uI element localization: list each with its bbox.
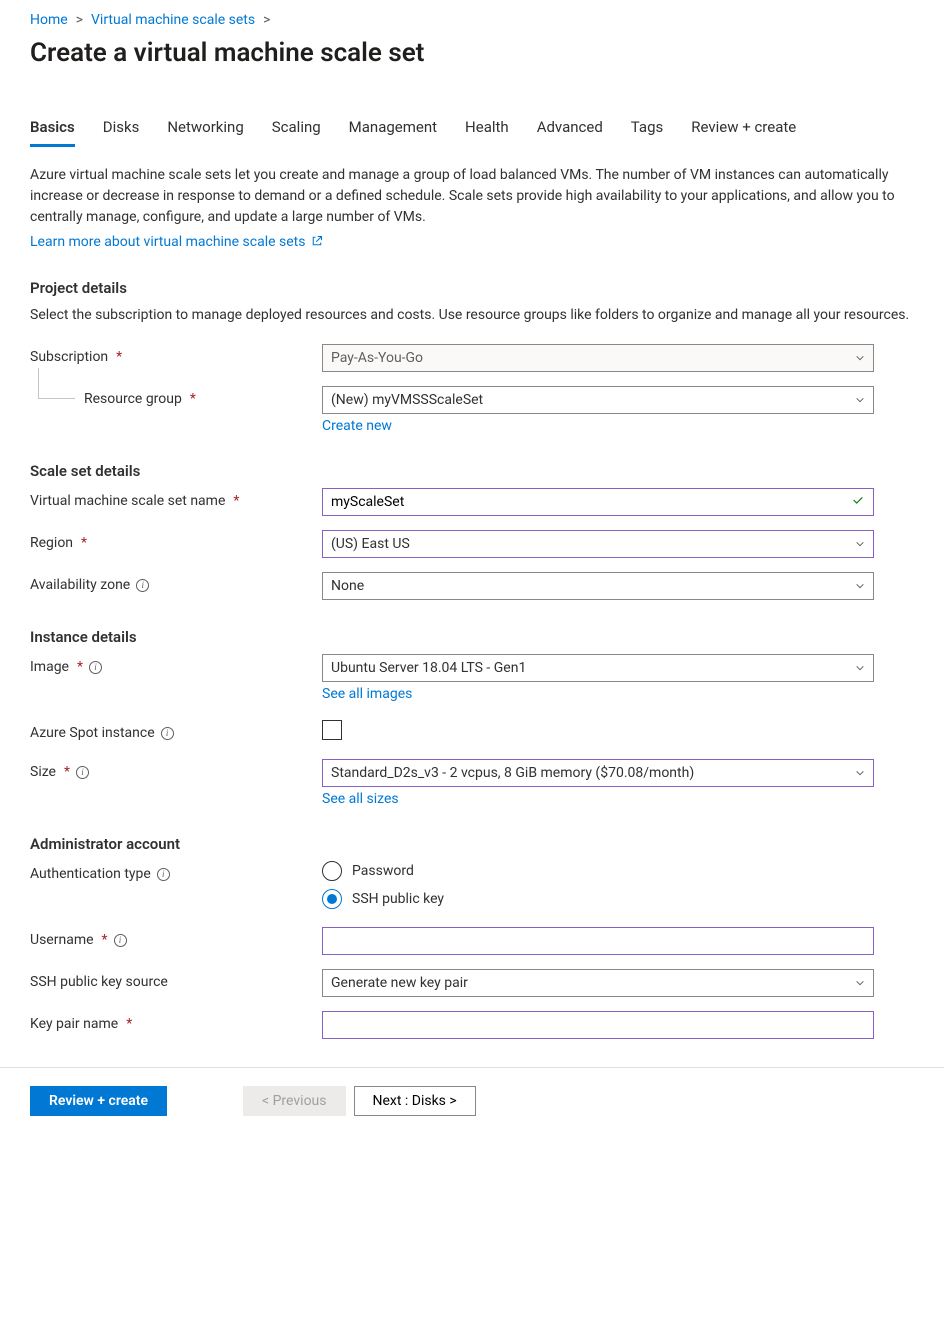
intro-text: Azure virtual machine scale sets let you…: [30, 165, 914, 228]
required-marker: *: [77, 659, 83, 675]
info-icon[interactable]: i: [89, 661, 102, 674]
project-details-heading: Project details: [30, 279, 914, 297]
scaleset-details-heading: Scale set details: [30, 462, 914, 480]
chevron-down-icon: [855, 663, 865, 673]
project-details-desc: Select the subscription to manage deploy…: [30, 305, 914, 326]
spot-instance-checkbox[interactable]: [322, 720, 342, 740]
radio-icon: [322, 861, 342, 881]
key-pair-name-input[interactable]: [331, 1017, 865, 1033]
see-all-images-link[interactable]: See all images: [322, 686, 412, 702]
spot-instance-label: Azure Spot instance: [30, 725, 155, 741]
checkmark-icon: [851, 493, 865, 511]
info-icon[interactable]: i: [157, 868, 170, 881]
required-marker: *: [126, 1016, 132, 1032]
page-title: Create a virtual machine scale set: [30, 38, 914, 68]
ssh-key-source-label: SSH public key source: [30, 974, 168, 990]
vmss-name-label: Virtual machine scale set name: [30, 493, 225, 509]
resource-group-select[interactable]: (New) myVMSSScaleSet: [322, 386, 874, 414]
chevron-right-icon: >: [76, 12, 83, 28]
auth-type-label: Authentication type: [30, 866, 151, 882]
tab-scaling[interactable]: Scaling: [272, 118, 321, 147]
review-create-button[interactable]: Review + create: [30, 1086, 167, 1116]
key-pair-name-label: Key pair name: [30, 1016, 118, 1032]
subscription-value: Pay-As-You-Go: [331, 350, 423, 366]
size-label: Size: [30, 764, 56, 780]
tab-advanced[interactable]: Advanced: [537, 118, 603, 147]
resource-group-value: (New) myVMSSScaleSet: [331, 392, 483, 408]
tab-basics[interactable]: Basics: [30, 118, 75, 147]
tab-disks[interactable]: Disks: [103, 118, 140, 147]
chevron-down-icon: [855, 353, 865, 363]
auth-type-radio-group: Password SSH public key: [322, 861, 874, 909]
info-icon[interactable]: i: [161, 727, 174, 740]
username-input-wrapper: [322, 927, 874, 955]
create-new-rg-link[interactable]: Create new: [322, 418, 392, 434]
required-marker: *: [190, 391, 196, 407]
info-icon[interactable]: i: [114, 934, 127, 947]
region-label: Region: [30, 535, 73, 551]
size-select[interactable]: Standard_D2s_v3 - 2 vcpus, 8 GiB memory …: [322, 759, 874, 787]
key-pair-name-input-wrapper: [322, 1011, 874, 1039]
see-all-sizes-link[interactable]: See all sizes: [322, 791, 399, 807]
tab-networking[interactable]: Networking: [167, 118, 243, 147]
image-label: Image: [30, 659, 69, 675]
username-input[interactable]: [331, 933, 865, 949]
availability-zone-value: None: [331, 578, 364, 594]
subscription-select[interactable]: Pay-As-You-Go: [322, 344, 874, 372]
ssh-key-source-select[interactable]: Generate new key pair: [322, 969, 874, 997]
required-marker: *: [102, 932, 108, 948]
username-label: Username: [30, 932, 94, 948]
tab-review-create[interactable]: Review + create: [691, 118, 796, 147]
tab-management[interactable]: Management: [349, 118, 437, 147]
admin-account-heading: Administrator account: [30, 835, 914, 853]
ssh-key-source-value: Generate new key pair: [331, 975, 468, 991]
auth-type-ssh-label: SSH public key: [352, 891, 444, 907]
learn-more-link[interactable]: Learn more about virtual machine scale s…: [30, 234, 323, 250]
vmss-name-input[interactable]: [331, 494, 851, 510]
availability-zone-label: Availability zone: [30, 577, 130, 593]
radio-selected-icon: [322, 889, 342, 909]
size-value: Standard_D2s_v3 - 2 vcpus, 8 GiB memory …: [331, 765, 694, 781]
required-marker: *: [81, 535, 87, 551]
region-select[interactable]: (US) East US: [322, 530, 874, 558]
chevron-down-icon: [855, 768, 865, 778]
previous-button: < Previous: [243, 1086, 345, 1116]
tab-health[interactable]: Health: [465, 118, 509, 147]
required-marker: *: [64, 764, 70, 780]
info-icon[interactable]: i: [76, 766, 89, 779]
image-value: Ubuntu Server 18.04 LTS - Gen1: [331, 660, 526, 676]
required-marker: *: [116, 349, 122, 365]
tab-tags[interactable]: Tags: [631, 118, 663, 147]
vmss-name-input-wrapper: [322, 488, 874, 516]
instance-details-heading: Instance details: [30, 628, 914, 646]
auth-type-password-radio[interactable]: Password: [322, 861, 874, 881]
next-button[interactable]: Next : Disks >: [354, 1086, 476, 1116]
subscription-label: Subscription: [30, 349, 108, 365]
chevron-down-icon: [855, 581, 865, 591]
availability-zone-select[interactable]: None: [322, 572, 874, 600]
chevron-right-icon: >: [263, 12, 270, 28]
region-value: (US) East US: [331, 536, 410, 552]
breadcrumb: Home > Virtual machine scale sets >: [30, 12, 914, 28]
chevron-down-icon: [855, 539, 865, 549]
breadcrumb-home[interactable]: Home: [30, 12, 68, 28]
resource-group-label: Resource group: [84, 391, 182, 407]
auth-type-ssh-radio[interactable]: SSH public key: [322, 889, 874, 909]
chevron-down-icon: [855, 395, 865, 405]
info-icon[interactable]: i: [136, 579, 149, 592]
external-link-icon: [311, 235, 323, 251]
required-marker: *: [233, 493, 239, 509]
tabs: Basics Disks Networking Scaling Manageme…: [30, 118, 914, 147]
footer-buttons: Review + create < Previous Next : Disks …: [30, 1086, 914, 1116]
breadcrumb-vmss[interactable]: Virtual machine scale sets: [91, 12, 255, 28]
chevron-down-icon: [855, 978, 865, 988]
footer-separator: [0, 1067, 944, 1068]
learn-more-label: Learn more about virtual machine scale s…: [30, 234, 305, 250]
image-select[interactable]: Ubuntu Server 18.04 LTS - Gen1: [322, 654, 874, 682]
auth-type-password-label: Password: [352, 863, 414, 879]
